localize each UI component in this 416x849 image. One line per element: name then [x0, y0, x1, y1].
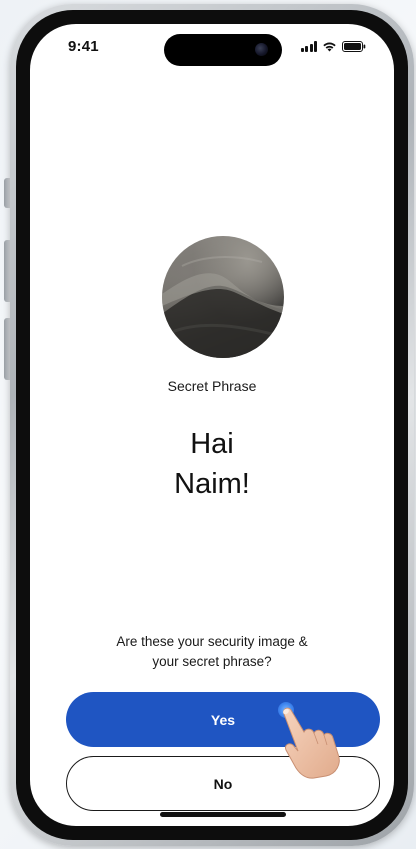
dynamic-island: [164, 34, 282, 66]
question-line-2: your secret phrase?: [152, 654, 272, 669]
battery-icon: [342, 41, 366, 52]
greeting-line-1: Hai: [190, 428, 234, 460]
secret-phrase-greeting: Hai Naim!: [30, 424, 394, 504]
question-line-1: Are these your security image &: [116, 634, 308, 649]
greeting-line-2: Naim!: [174, 468, 250, 500]
status-icons: [300, 41, 367, 52]
confirmation-question: Are these your security image & your sec…: [70, 632, 354, 672]
stage: 9:41 Secret Phrase Hai Naim! Are these y…: [0, 0, 416, 849]
front-camera-icon: [255, 43, 268, 56]
secret-phrase-label: Secret Phrase: [167, 378, 257, 394]
pointing-hand-icon: [276, 704, 346, 785]
security-image: [162, 236, 284, 358]
signal-icon: [300, 41, 317, 52]
phone-bezel: 9:41 Secret Phrase Hai Naim! Are these y…: [16, 10, 408, 840]
status-time: 9:41: [68, 38, 99, 55]
home-indicator[interactable]: [160, 812, 286, 817]
phone-frame: 9:41 Secret Phrase Hai Naim! Are these y…: [10, 4, 414, 846]
wifi-icon: [322, 41, 337, 52]
